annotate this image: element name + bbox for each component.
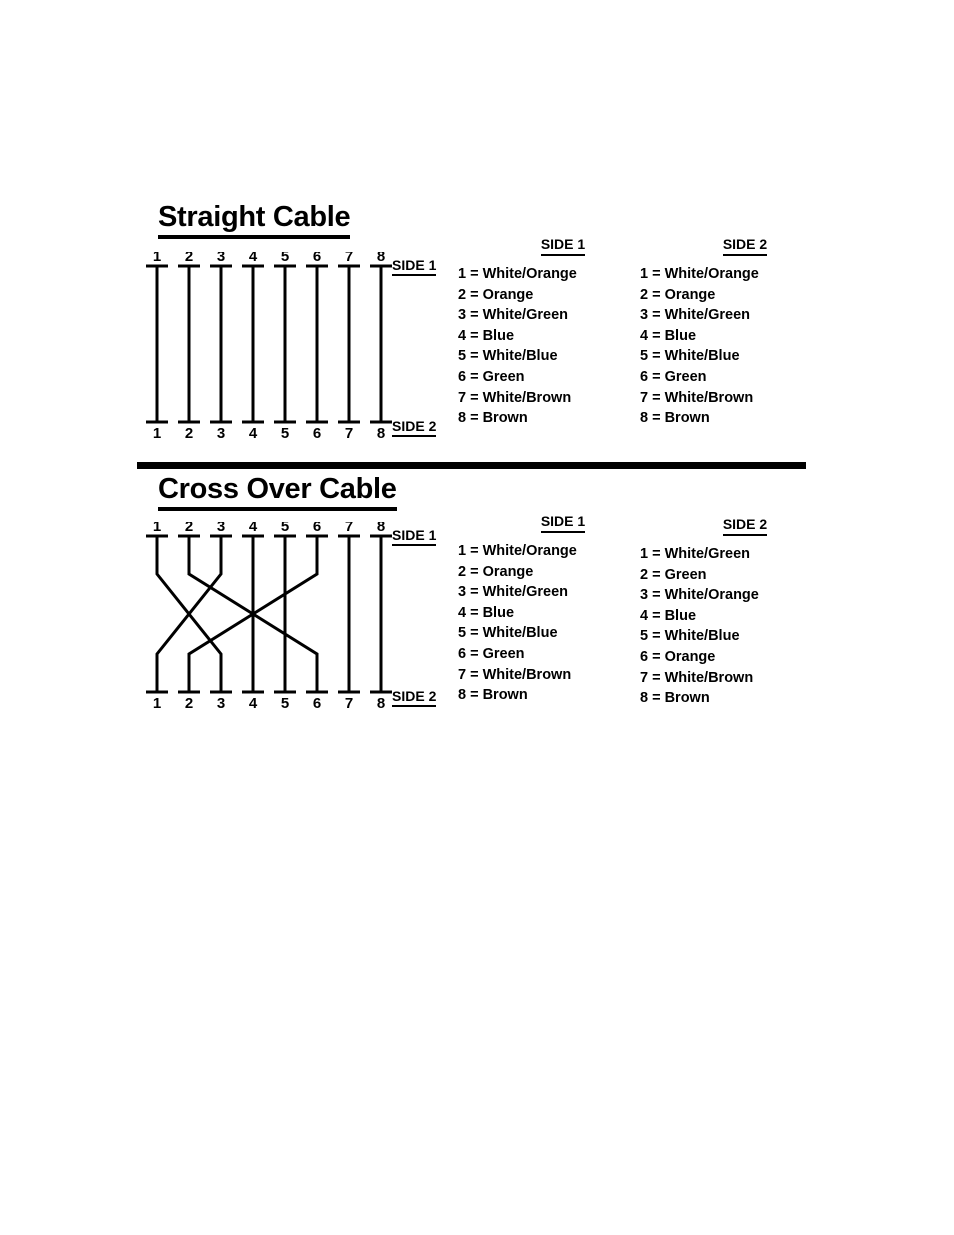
legend-item: 6 = Green xyxy=(640,368,707,385)
legend-item: 8 = Brown xyxy=(458,687,528,704)
legend-item: 5 = White/Blue xyxy=(458,348,558,365)
straight-cable-diagram: 1 2 3 4 5 6 7 8 1 2 3 4 5 6 7 8 xyxy=(140,252,400,442)
straight-bottom-pin-number: 7 xyxy=(345,425,353,442)
legend-item: 4 = Blue xyxy=(458,327,515,344)
legend-item: 3 = White/Orange xyxy=(640,587,759,604)
straight-legend-side1-heading: SIDE 1 xyxy=(458,236,668,256)
straight-top-pin-number: 7 xyxy=(345,252,353,265)
straight-cable-title: Straight Cable xyxy=(158,201,351,239)
straight-top-pin-number: 5 xyxy=(281,252,289,265)
straight-top-pin-number: 1 xyxy=(153,252,161,265)
crossover-bottom-pin-number: 1 xyxy=(153,695,161,712)
straight-top-pin-number: 4 xyxy=(249,252,258,265)
legend-item: 2 = Orange xyxy=(458,286,534,303)
title-underline-rule xyxy=(158,235,351,239)
straight-legend-side1-list: 1 = White/Orange 2 = Orange 3 = White/Gree… xyxy=(458,264,668,429)
legend-item: 7 = White/Brown xyxy=(458,666,572,683)
legend-item: 4 = Blue xyxy=(640,607,697,624)
page-canvas: Straight Cable 1 2 3 4 5 6 7 8 1 2 3 4 5 6 7 8 SIDE 1 S… xyxy=(0,0,954,1235)
section-divider xyxy=(137,462,806,469)
crossover-side2-label: SIDE 2 xyxy=(392,689,437,707)
crossover-top-pin-number: 6 xyxy=(313,522,321,535)
crossover-legend-side2-list: 1 = White/Green 2 = Green 3 = White/Orange… xyxy=(640,544,850,709)
legend-item: 2 = Orange xyxy=(458,563,534,580)
crossover-bottom-pin-number: 8 xyxy=(377,695,385,712)
straight-side1-label: SIDE 1 xyxy=(392,258,437,276)
crossover-cable-title-text: Cross Over Cable xyxy=(158,473,397,505)
legend-item: 1 = White/Green xyxy=(640,546,750,562)
straight-bottom-pin-number: 1 xyxy=(153,425,161,442)
straight-top-pin-number: 2 xyxy=(185,252,193,265)
legend-item: 7 = White/Brown xyxy=(640,669,754,686)
crossover-top-pin-number: 5 xyxy=(281,522,289,535)
legend-item: 3 = White/Green xyxy=(458,307,568,324)
legend-item: 8 = Brown xyxy=(640,690,710,707)
straight-legend-side2: SIDE 2 1 = White/Orange 2 = Orange 3 = Whi… xyxy=(640,236,850,429)
crossover-top-pin-number: 8 xyxy=(377,522,385,535)
legend-item: 5 = White/Blue xyxy=(458,625,558,642)
legend-item: 8 = Brown xyxy=(640,410,710,427)
legend-item: 3 = White/Green xyxy=(458,584,568,601)
straight-legend-side1: SIDE 1 1 = White/Orange 2 = Orange 3 = Whi… xyxy=(458,236,668,429)
legend-item: 1 = White/Orange xyxy=(458,543,577,559)
crossover-bottom-pin-number: 4 xyxy=(249,695,258,712)
legend-item: 2 = Orange xyxy=(640,286,716,303)
legend-item: 4 = Blue xyxy=(640,327,697,344)
straight-wiring-group: 1 2 3 4 5 6 7 8 1 2 3 4 5 6 7 8 xyxy=(146,252,392,442)
crossover-bottom-pin-number: 7 xyxy=(345,695,353,712)
straight-side2-label: SIDE 2 xyxy=(392,419,437,437)
straight-legend-side1-heading-text: SIDE 1 xyxy=(540,236,586,256)
crossover-bottom-pin-number: 6 xyxy=(313,695,321,712)
crossover-cable-diagram: 1 2 3 4 5 6 7 8 1 2 3 4 5 6 7 8 xyxy=(140,522,400,712)
crossover-bottom-pin-number: 5 xyxy=(281,695,289,712)
crossover-side1-label: SIDE 1 xyxy=(392,528,437,546)
crossover-legend-side1-heading-text: SIDE 1 xyxy=(540,513,586,533)
crossover-legend-side1-list: 1 = White/Orange 2 = Orange 3 = White/Gree… xyxy=(458,541,668,706)
legend-item: 6 = Green xyxy=(458,368,525,385)
straight-bottom-pin-number: 3 xyxy=(217,425,225,442)
legend-item: 4 = Blue xyxy=(458,604,515,621)
crossover-top-pin-number: 1 xyxy=(153,522,161,535)
straight-bottom-pin-number: 8 xyxy=(377,425,385,442)
straight-bottom-pin-number: 6 xyxy=(313,425,321,442)
legend-item: 7 = White/Brown xyxy=(640,389,754,406)
crossover-top-pin-number: 3 xyxy=(217,522,225,535)
crossover-bottom-pin-number: 3 xyxy=(217,695,225,712)
straight-top-pin-number: 8 xyxy=(377,252,385,265)
legend-item: 1 = White/Orange xyxy=(458,266,577,282)
crossover-legend-side1-heading: SIDE 1 xyxy=(458,513,668,533)
legend-item: 5 = White/Blue xyxy=(640,628,740,645)
straight-legend-side2-heading: SIDE 2 xyxy=(640,236,850,256)
crossover-legend-side1: SIDE 1 1 = White/Orange 2 = Orange 3 = Whi… xyxy=(458,513,668,706)
crossover-top-pin-number: 2 xyxy=(185,522,193,535)
legend-item: 3 = White/Green xyxy=(640,307,750,324)
legend-item: 6 = Green xyxy=(458,645,525,662)
legend-item: 6 = Orange xyxy=(640,648,716,665)
crossover-top-pin-number: 7 xyxy=(345,522,353,535)
straight-legend-side2-heading-text: SIDE 2 xyxy=(722,236,768,256)
straight-cable-svg: 1 2 3 4 5 6 7 8 1 2 3 4 5 6 7 8 xyxy=(146,252,392,442)
crossover-legend-side2: SIDE 2 1 = White/Green 2 = Green 3 = White… xyxy=(640,516,850,709)
crossover-wiring-group: 1 2 3 4 5 6 7 8 1 2 3 4 5 6 7 8 xyxy=(146,522,392,712)
legend-item: 1 = White/Orange xyxy=(640,266,759,282)
crossover-bottom-pin-number: 2 xyxy=(185,695,193,712)
straight-bottom-pin-number: 4 xyxy=(249,425,258,442)
straight-cable-title-text: Straight Cable xyxy=(158,201,351,233)
straight-top-pin-number: 3 xyxy=(217,252,225,265)
legend-item: 8 = Brown xyxy=(458,410,528,427)
legend-item: 7 = White/Brown xyxy=(458,389,572,406)
title-underline-rule xyxy=(158,507,397,511)
legend-item: 5 = White/Blue xyxy=(640,348,740,365)
legend-item: 2 = Green xyxy=(640,566,707,583)
straight-bottom-pin-number: 5 xyxy=(281,425,289,442)
crossover-legend-side2-heading-text: SIDE 2 xyxy=(722,516,768,536)
straight-bottom-pin-number: 2 xyxy=(185,425,193,442)
crossover-legend-side2-heading: SIDE 2 xyxy=(640,516,850,536)
crossover-cable-title: Cross Over Cable xyxy=(158,475,397,511)
straight-legend-side2-list: 1 = White/Orange 2 = Orange 3 = White/Gree… xyxy=(640,264,850,429)
crossover-cable-svg: 1 2 3 4 5 6 7 8 1 2 3 4 5 6 7 8 xyxy=(146,522,392,712)
straight-top-pin-number: 6 xyxy=(313,252,321,265)
crossover-top-pin-number: 4 xyxy=(249,522,258,535)
